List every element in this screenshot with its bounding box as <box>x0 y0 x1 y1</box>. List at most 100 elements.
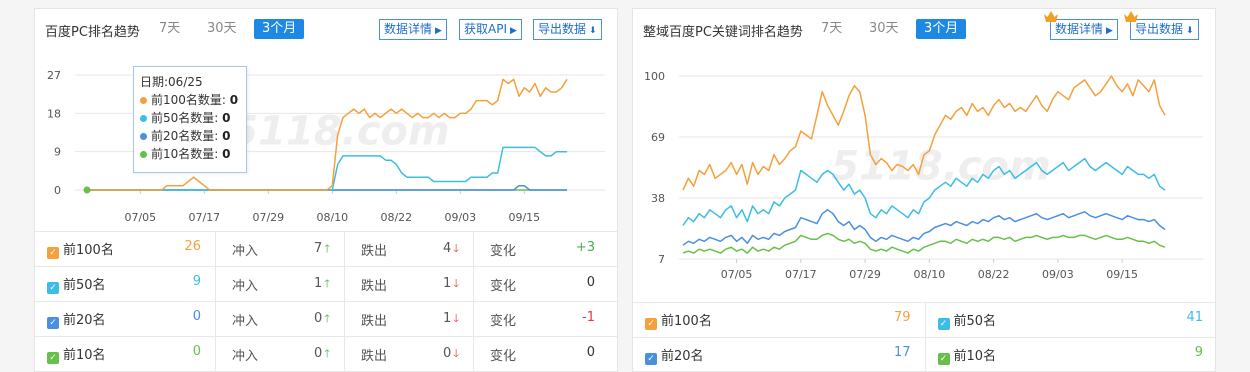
x-tick-label: 07/29 <box>252 211 284 224</box>
y-tick-label: 0 <box>54 184 61 197</box>
series-cell: ✓ 前50名 41 <box>924 302 1215 338</box>
checkbox-icon[interactable]: ✓ <box>47 247 59 259</box>
series-cell: ✓ 前10名 9 <box>924 337 1215 371</box>
x-tick-label: 07/17 <box>188 211 220 224</box>
x-tick-label: 09/03 <box>1042 268 1074 281</box>
tooltip-label: 前20名数量: <box>151 129 219 143</box>
domain-keyword-rank-panel: 整域百度PC关键词排名趋势 7天 30天 3个月 数据详情 ▶ 导出数据 ⬇ 511… <box>632 8 1216 372</box>
series-name: 前10名 <box>63 348 106 363</box>
in-label: 冲入 <box>232 348 259 364</box>
series-cell: ✓ 前50名 9 <box>35 266 216 302</box>
x-tick-label: 08/22 <box>978 268 1010 281</box>
x-tick-label: 09/03 <box>444 211 476 224</box>
export-data-label: 导出数据 <box>1135 22 1184 36</box>
out-value: 4 🡓 <box>443 240 459 259</box>
stats-row: ✓ 前20名 17 ✓ 前10名 9 <box>633 337 1215 371</box>
tooltip-row: 前20名数量: 0 <box>140 127 240 145</box>
y-tick-label: 38 <box>651 192 665 205</box>
change-cell: 变化 0 <box>473 266 617 302</box>
tab-3-months[interactable]: 3个月 <box>254 19 305 39</box>
x-tick-label: 07/29 <box>849 268 881 281</box>
arrow-down-icon: 🡓 <box>453 276 459 290</box>
y-tick-label: 100 <box>644 70 665 83</box>
arrow-down-icon: 🡓 <box>453 241 459 255</box>
baidu-pc-rank-panel: 百度PC排名趋势 7天 30天 3个月 数据详情 ▶ 获取API ▶ 导出数据 ⬇ 5… <box>34 8 618 372</box>
stats-row: ✓ 前100名 26 冲入 7 🡑 跌出 4 🡓 变化 +3 <box>35 231 617 267</box>
tab-30-days[interactable]: 30天 <box>199 19 245 39</box>
series-name: 前10名 <box>953 349 997 364</box>
series-name: 前100名 <box>661 314 712 329</box>
x-tick-label: 08/10 <box>914 268 946 281</box>
checkbox-icon[interactable]: ✓ <box>645 318 657 330</box>
series-value: 17 <box>893 345 911 360</box>
out-label: 跌出 <box>361 348 388 364</box>
vip-crown-icon <box>1124 11 1138 22</box>
tooltip-date: 日期:06/25 <box>140 75 203 89</box>
in-label: 冲入 <box>232 313 259 329</box>
tooltip-value: 0 <box>222 111 231 125</box>
series-line <box>682 232 1166 254</box>
data-details-button[interactable]: 数据详情 ▶ <box>1044 11 1118 40</box>
checkbox-icon[interactable]: ✓ <box>47 282 59 294</box>
out-count: 1 <box>442 310 452 326</box>
panel-header: 百度PC排名趋势 7天 30天 3个月 数据详情 ▶ 获取API ▶ 导出数据 ⬇ <box>35 9 617 49</box>
y-tick-label: 7 <box>658 253 665 266</box>
watermark-text: 5118.com <box>831 144 1050 190</box>
y-tick-label: 9 <box>54 146 61 159</box>
checkbox-icon[interactable]: ✓ <box>645 353 657 365</box>
stats-row: ✓ 前50名 9 冲入 1 🡑 跌出 1 🡓 变化 0 <box>35 266 617 302</box>
tooltip-row: 前50名数量: 0 <box>140 109 240 127</box>
tooltip-label: 前50名数量: <box>151 111 219 125</box>
data-details-button[interactable]: 数据详情 ▶ <box>379 19 447 40</box>
domain-stats-table: ✓ 前100名 79 ✓ 前50名 41 ✓ 前20名 17 ✓ 前10名 9 <box>633 302 1215 371</box>
change-label: 变化 <box>490 243 517 259</box>
tab-3-months[interactable]: 3个月 <box>916 19 967 39</box>
checkbox-icon[interactable]: ✓ <box>937 318 950 330</box>
tooltip-value: 0 <box>229 93 239 107</box>
in-count: 1 <box>313 275 323 291</box>
stats-row: ✓ 前100名 79 ✓ 前50名 41 <box>633 302 1215 338</box>
series-cell: ✓ 前100名 79 <box>633 302 925 338</box>
out-cell: 跌出 4 🡓 <box>344 231 474 267</box>
x-tick-label: 09/15 <box>1106 268 1138 281</box>
change-value: -1 <box>582 309 595 325</box>
out-value: 1 🡓 <box>443 275 459 294</box>
in-label: 冲入 <box>232 243 259 259</box>
checkbox-icon[interactable]: ✓ <box>937 353 950 365</box>
series-value: 9 <box>192 274 201 289</box>
x-tick-label: 08/10 <box>316 211 348 224</box>
panel-header: 整域百度PC关键词排名趋势 7天 30天 3个月 数据详情 ▶ 导出数据 ⬇ <box>633 9 1215 49</box>
export-data-button[interactable]: 导出数据 ⬇ <box>1124 11 1199 40</box>
download-icon: ⬇ <box>589 26 597 36</box>
rank-trend-chart: 5118.com09182707/05 07/17 07/29 08/10 08/22 0… <box>47 69 605 224</box>
export-data-button[interactable]: 导出数据 ⬇ <box>533 19 602 40</box>
change-value: +3 <box>575 239 595 255</box>
x-tick-label: 07/05 <box>124 211 156 224</box>
tab-30-days[interactable]: 30天 <box>861 19 907 39</box>
x-tick-label: 07/05 <box>721 268 753 281</box>
series-value: 26 <box>184 239 201 254</box>
tab-7-days[interactable]: 7天 <box>151 19 188 39</box>
in-count: 0 <box>313 345 323 361</box>
series-name: 前50名 <box>63 278 106 293</box>
series-name: 前20名 <box>63 313 106 328</box>
highlight-point <box>83 186 91 194</box>
checkbox-icon[interactable]: ✓ <box>47 317 59 329</box>
tab-7-days[interactable]: 7天 <box>813 19 850 39</box>
tooltip-row: 前10名数量: 0 <box>140 145 240 163</box>
get-api-button[interactable]: 获取API ▶ <box>459 19 522 40</box>
in-count: 0 <box>313 310 323 326</box>
in-cell: 冲入 1 🡑 <box>215 266 345 302</box>
series-dot-icon <box>140 115 147 122</box>
stats-row: ✓ 前20名 0 冲入 0 🡑 跌出 1 🡓 变化 -1 <box>35 301 617 337</box>
x-tick-label: 07/17 <box>785 268 817 281</box>
arrow-up-icon: 🡑 <box>324 241 330 255</box>
checkbox-icon[interactable]: ✓ <box>47 352 59 364</box>
change-cell: 变化 -1 <box>473 301 617 337</box>
in-value: 0 🡑 <box>314 345 330 364</box>
series-value: 41 <box>1186 310 1203 325</box>
out-value: 0 🡓 <box>443 345 459 364</box>
tooltip-label: 前10名数量: <box>151 147 219 161</box>
series-cell: ✓ 前10名 0 <box>35 336 216 371</box>
series-line <box>682 209 1166 246</box>
